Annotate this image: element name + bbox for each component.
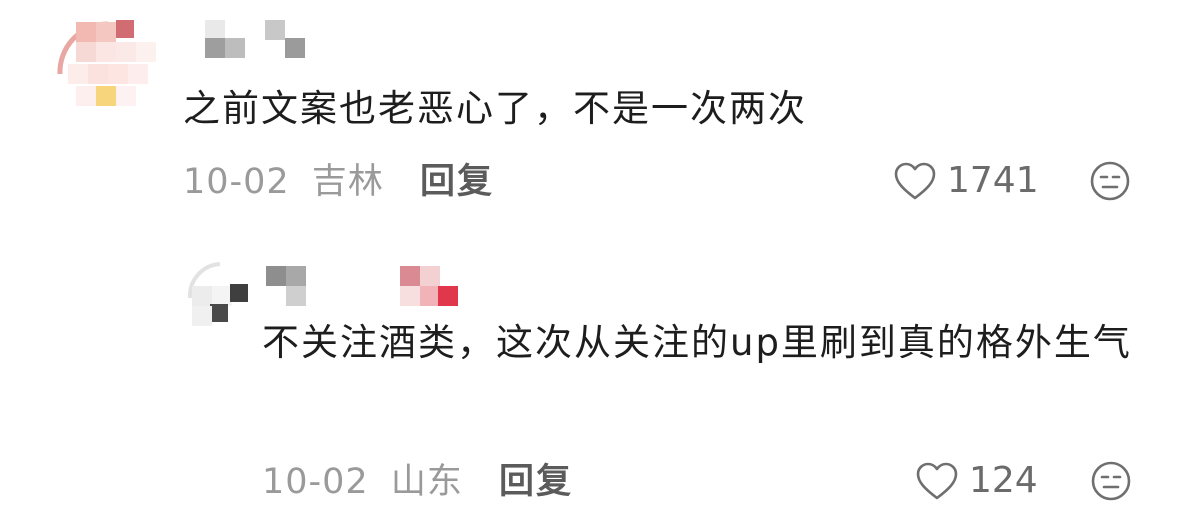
comment-date: 10-02 [262,462,369,502]
comment-date: 10-02 [183,162,290,202]
meh-face-icon [1090,161,1130,201]
comment-meta: 10-02 山东 回复 [262,462,573,502]
avatar[interactable] [48,14,158,124]
reply-button[interactable]: 回复 [499,462,573,502]
heart-outline-icon [916,462,958,499]
like-count: 1741 [947,160,1039,201]
dislike-button[interactable] [1089,160,1131,206]
comment-location: 吉林 [311,162,384,202]
heart-outline-icon [894,162,936,199]
meh-face-icon [1091,461,1131,501]
comment-text: 不关注酒类，这次从关注的up里刷到真的格外生气 [262,321,1132,364]
username[interactable] [266,266,476,310]
comment-meta: 10-02 吉林 回复 [183,162,494,202]
like-count: 124 [969,460,1038,501]
comment-text: 之前文案也老恶心了，不是一次两次 [183,87,807,130]
avatar[interactable] [184,258,254,328]
like-button[interactable]: 124 [915,460,1038,501]
dislike-button[interactable] [1090,460,1132,506]
reply-button[interactable]: 回复 [420,162,494,202]
username[interactable] [205,20,315,60]
comment-location: 山东 [390,462,463,502]
like-button[interactable]: 1741 [893,160,1039,201]
